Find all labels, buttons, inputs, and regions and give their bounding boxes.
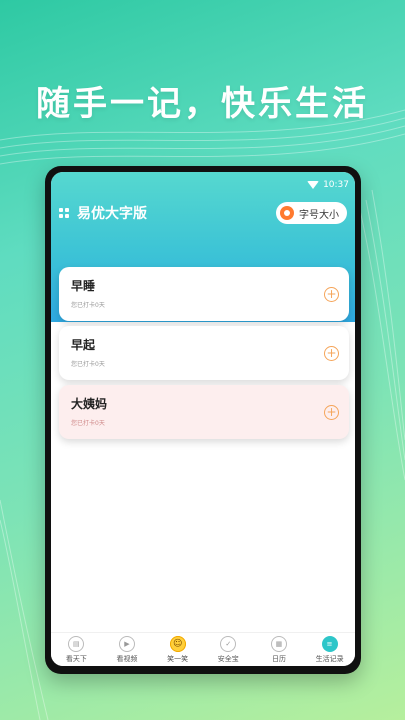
wifi-icon — [307, 181, 320, 189]
device-frame: 10:37 易优大字版 字号大小 早睡 您已打卡0天 + 早起 您已打卡0天 +… — [45, 166, 361, 674]
tab-safety[interactable]: ✓ 安全宝 — [203, 635, 253, 664]
card-subtitle: 您已打卡0天 — [71, 361, 105, 368]
app-title: 易优大字版 — [77, 206, 147, 222]
card-title: 大姨妈 — [71, 397, 108, 411]
habit-card-sleep[interactable]: 早睡 您已打卡0天 + — [59, 267, 349, 321]
tab-label: 笑一笑 — [167, 654, 189, 663]
status-time: 10:37 — [323, 180, 349, 190]
tab-label: 日历 — [271, 654, 286, 663]
shield-icon: ✓ — [220, 635, 237, 652]
tab-label: 看天下 — [65, 654, 87, 663]
tab-label: 安全宝 — [217, 654, 239, 663]
news-icon: ▤ — [68, 635, 85, 652]
add-checkin-icon[interactable]: + — [324, 287, 339, 302]
tab-video[interactable]: ▶ 看视频 — [102, 635, 152, 664]
tab-label: 看视频 — [116, 654, 138, 663]
app-screen: 10:37 易优大字版 字号大小 早睡 您已打卡0天 + 早起 您已打卡0天 +… — [51, 172, 355, 666]
video-icon: ▶ — [118, 635, 135, 652]
card-subtitle: 您已打卡0天 — [71, 420, 105, 427]
headline: 随手一记，快乐生活 — [36, 84, 369, 124]
habit-card-wake[interactable]: 早起 您已打卡0天 + — [59, 326, 349, 380]
tab-smile[interactable]: ☺ 笑一笑 — [153, 635, 203, 664]
habit-card-period[interactable]: 大姨妈 您已打卡0天 + — [59, 385, 349, 439]
tab-life-record[interactable]: ≡ 生活记录 — [305, 635, 355, 664]
tab-calendar[interactable]: ▦ 日历 — [254, 635, 304, 664]
font-size-button[interactable]: 字号大小 — [276, 202, 347, 224]
calendar-icon: ▦ — [270, 635, 287, 652]
menu-grid-icon[interactable] — [59, 208, 69, 218]
app-bar: 易优大字版 字号大小 — [51, 198, 355, 228]
smile-icon: ☺ — [169, 635, 186, 652]
tab-news[interactable]: ▤ 看天下 — [51, 635, 101, 664]
card-subtitle: 您已打卡0天 — [71, 302, 105, 309]
font-size-label: 字号大小 — [299, 209, 339, 221]
bottom-tab-bar: ▤ 看天下 ▶ 看视频 ☺ 笑一笑 ✓ 安全宝 ▦ 日历 ≡ 生活记录 — [51, 632, 355, 666]
status-bar: 10:37 — [307, 178, 349, 192]
add-checkin-icon[interactable]: + — [324, 405, 339, 420]
card-title: 早起 — [71, 338, 96, 352]
tab-label: 生活记录 — [315, 654, 344, 663]
gear-icon — [280, 206, 294, 220]
card-title: 早睡 — [71, 279, 96, 293]
record-icon: ≡ — [321, 635, 338, 652]
add-checkin-icon[interactable]: + — [324, 346, 339, 361]
